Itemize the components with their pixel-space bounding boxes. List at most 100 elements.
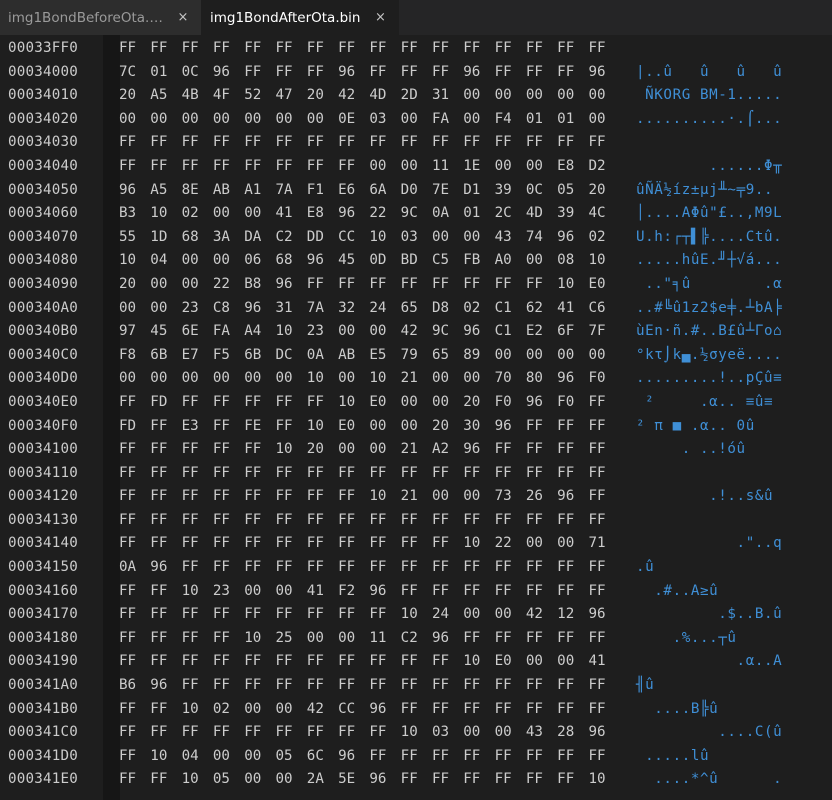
ascii-text[interactable]: ..........·.⌠... (636, 108, 782, 132)
hex-byte[interactable]: E8 (307, 202, 338, 226)
hex-byte[interactable]: FF (526, 131, 557, 155)
hex-byte[interactable]: FF (495, 462, 526, 486)
hex-byte[interactable]: 55 (119, 226, 150, 250)
hex-byte[interactable]: FF (401, 674, 432, 698)
hex-byte[interactable]: FF (432, 698, 463, 722)
hex-byte[interactable]: 3A (213, 226, 244, 250)
hex-byte[interactable]: FF (557, 674, 588, 698)
hex-byte[interactable]: 4D (369, 84, 400, 108)
ascii-text[interactable]: ╢û (636, 674, 782, 698)
hex-byte[interactable]: 00 (557, 84, 588, 108)
hex-byte[interactable]: FF (307, 273, 338, 297)
hex-byte[interactable]: FA (213, 320, 244, 344)
hex-byte[interactable]: 00 (495, 344, 526, 368)
hex-byte[interactable]: F0 (588, 367, 619, 391)
ascii-text[interactable]: ùEn·ñ.#..B£û┴Γo⌂ (636, 320, 782, 344)
hex-byte[interactable]: FF (119, 580, 150, 604)
hex-byte[interactable]: FF (244, 509, 275, 533)
hex-byte[interactable]: 00 (557, 532, 588, 556)
hex-bytes[interactable]: FF FF 10 23 00 00 41 F2 96 FF FF FF FF FF FF FF (119, 580, 620, 604)
hex-byte[interactable]: 71 (588, 532, 619, 556)
hex-byte[interactable]: 2C (495, 202, 526, 226)
hex-byte[interactable]: FF (338, 603, 369, 627)
hex-byte[interactable]: 96 (369, 580, 400, 604)
hex-byte[interactable]: FF (244, 438, 275, 462)
hex-byte[interactable]: FF (338, 650, 369, 674)
hex-byte[interactable]: C1 (495, 320, 526, 344)
hex-byte[interactable]: 10 (182, 768, 213, 792)
hex-byte[interactable]: FF (432, 556, 463, 580)
hex-bytes[interactable]: FF FF FF FF FF FF FF FF FF FF FF FF FF FF FF FF (119, 462, 620, 486)
hex-byte[interactable]: 00 (463, 108, 494, 132)
hex-byte[interactable]: FF (182, 438, 213, 462)
hex-bytes[interactable]: B3 10 02 00 00 41 E8 96 22 9C 0A 01 2C 4D 39 4C (119, 202, 620, 226)
hex-byte[interactable]: FF (495, 37, 526, 61)
hex-byte[interactable]: FF (588, 37, 619, 61)
hex-byte[interactable]: 00 (182, 249, 213, 273)
hex-byte[interactable]: 00 (463, 485, 494, 509)
hex-byte[interactable]: FF (495, 273, 526, 297)
hex-byte[interactable]: FF (588, 674, 619, 698)
hex-byte[interactable]: FF (119, 698, 150, 722)
hex-byte[interactable]: 7F (588, 320, 619, 344)
hex-byte[interactable]: FF (401, 37, 432, 61)
hex-byte[interactable]: 0C (526, 179, 557, 203)
hex-byte[interactable]: 10 (463, 650, 494, 674)
hex-byte[interactable]: FF (275, 603, 306, 627)
hex-byte[interactable]: E0 (495, 650, 526, 674)
hex-byte[interactable]: FF (275, 532, 306, 556)
hex-byte[interactable]: 00 (338, 627, 369, 651)
hex-byte[interactable]: C5 (432, 249, 463, 273)
hex-byte[interactable]: FF (150, 438, 181, 462)
hex-byte[interactable]: FF (275, 674, 306, 698)
hex-byte[interactable]: FF (495, 438, 526, 462)
hex-byte[interactable]: FF (150, 131, 181, 155)
hex-byte[interactable]: FF (369, 603, 400, 627)
hex-byte[interactable]: 00 (244, 367, 275, 391)
hex-byte[interactable]: 42 (526, 603, 557, 627)
hex-byte[interactable]: FF (369, 131, 400, 155)
hex-byte[interactable]: FF (119, 131, 150, 155)
hex-byte[interactable]: FF (588, 391, 619, 415)
ascii-text[interactable]: .#..A≥û (636, 580, 782, 604)
hex-byte[interactable]: FF (244, 674, 275, 698)
hex-byte[interactable]: 4B (182, 84, 213, 108)
hex-byte[interactable]: FF (463, 462, 494, 486)
hex-byte[interactable]: FF (588, 509, 619, 533)
hex-byte[interactable]: FF (150, 603, 181, 627)
hex-byte[interactable]: 96 (432, 627, 463, 651)
hex-byte[interactable]: 00 (526, 344, 557, 368)
hex-byte[interactable]: 00 (557, 344, 588, 368)
hex-byte[interactable]: 96 (557, 367, 588, 391)
hex-byte[interactable]: FF (338, 674, 369, 698)
hex-byte[interactable]: FF (119, 650, 150, 674)
hex-byte[interactable]: 20 (119, 84, 150, 108)
hex-byte[interactable]: FF (369, 532, 400, 556)
hex-byte[interactable]: 00 (119, 108, 150, 132)
hex-byte[interactable]: BD (401, 249, 432, 273)
hex-byte[interactable]: FF (244, 485, 275, 509)
hex-byte[interactable]: 00 (213, 367, 244, 391)
hex-bytes[interactable]: FD FF E3 FF FE FF 10 E0 00 00 20 30 96 FF FF FF (119, 415, 620, 439)
hex-byte[interactable]: FF (119, 438, 150, 462)
hex-byte[interactable]: 96 (119, 179, 150, 203)
hex-byte[interactable]: FF (244, 131, 275, 155)
hex-byte[interactable]: 05 (213, 768, 244, 792)
hex-byte[interactable]: 20 (588, 179, 619, 203)
hex-bytes[interactable]: FF FF FF FF 10 25 00 00 11 C2 96 FF FF FF FF FF (119, 627, 620, 651)
hex-byte[interactable]: 10 (275, 438, 306, 462)
hex-byte[interactable]: 10 (369, 226, 400, 250)
hex-byte[interactable]: 00 (213, 745, 244, 769)
hex-byte[interactable]: 00 (432, 391, 463, 415)
hex-byte[interactable]: 05 (557, 179, 588, 203)
hex-byte[interactable]: 00 (338, 367, 369, 391)
hex-byte[interactable]: FF (526, 674, 557, 698)
hex-byte[interactable]: 00 (432, 226, 463, 250)
hex-byte[interactable]: 03 (432, 721, 463, 745)
hex-byte[interactable]: FF (213, 485, 244, 509)
hex-byte[interactable]: 96 (557, 485, 588, 509)
hex-byte[interactable]: FF (307, 532, 338, 556)
hex-byte[interactable]: 30 (463, 415, 494, 439)
hex-byte[interactable]: 6A (369, 179, 400, 203)
hex-byte[interactable]: 00 (244, 202, 275, 226)
